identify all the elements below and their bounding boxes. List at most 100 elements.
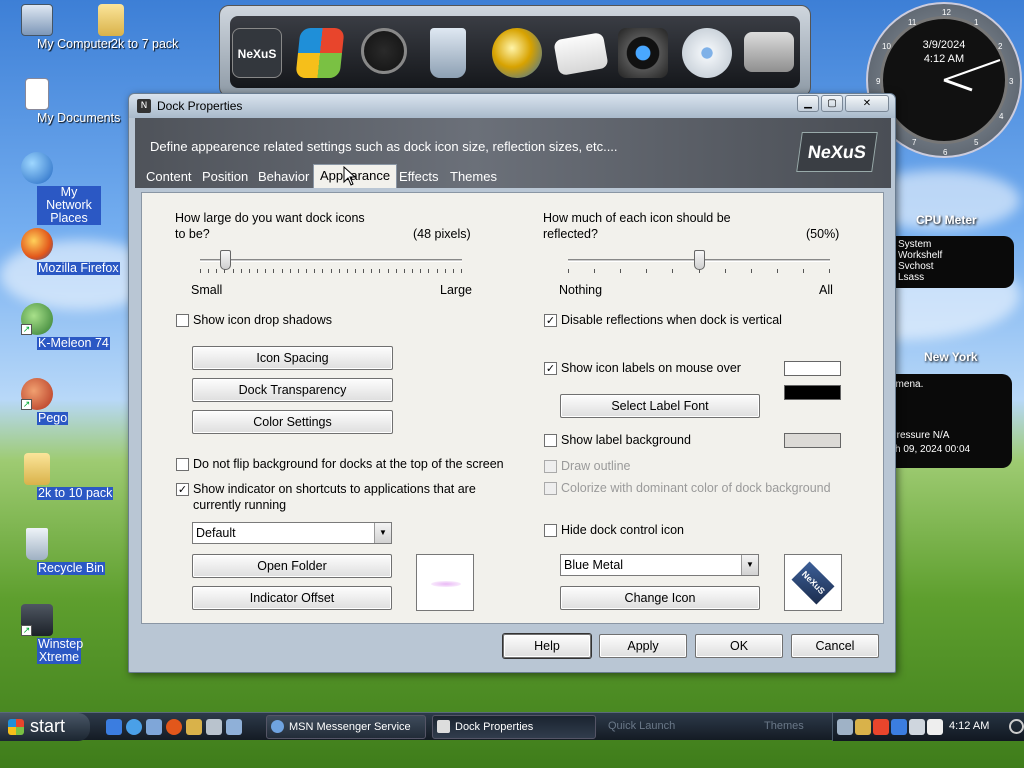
slider-tick xyxy=(388,269,389,273)
colorize-checkbox[interactable] xyxy=(544,482,557,495)
desktop-icon-my-computer[interactable]: My Computer xyxy=(0,4,112,51)
tab-position[interactable]: Position xyxy=(196,167,254,188)
apply-button[interactable]: Apply xyxy=(599,634,687,658)
media-icon[interactable] xyxy=(186,719,202,735)
no-flip-checkbox[interactable] xyxy=(176,458,189,471)
cancel-button[interactable]: Cancel xyxy=(791,634,879,658)
slider-tick xyxy=(803,269,804,273)
network-tray-icon[interactable] xyxy=(837,719,853,735)
task-dock-properties[interactable]: Dock Properties xyxy=(432,715,596,739)
select-label-font-button[interactable]: Select Label Font xyxy=(560,394,760,418)
tab-behavior[interactable]: Behavior xyxy=(252,167,315,188)
power-icon[interactable] xyxy=(1009,719,1024,734)
label-outline-color-swatch[interactable] xyxy=(784,385,841,400)
reflection-slider[interactable] xyxy=(568,249,830,279)
clock-number: 5 xyxy=(974,138,979,147)
title-bar[interactable]: N Dock Properties ▁ ▢ ✕ xyxy=(129,94,895,118)
recycle-bin-icon[interactable] xyxy=(430,28,466,78)
open-folder-button[interactable]: Open Folder xyxy=(192,554,392,578)
desktop-icon-k-meleon[interactable]: ↗ K-Meleon 74 xyxy=(0,303,110,350)
cpu-meter-gadget[interactable]: System Workshelf Svchost Lsass xyxy=(886,236,1014,288)
indicator-preview xyxy=(416,554,474,611)
slider-tick xyxy=(396,269,397,273)
nexus-logo-icon: NeXuS xyxy=(237,47,277,61)
indicator-checkbox[interactable]: ✓ xyxy=(176,483,189,496)
color-settings-button[interactable]: Color Settings xyxy=(192,410,393,434)
desktop-icon-my-documents[interactable]: My Documents xyxy=(0,78,120,125)
tray-icon[interactable] xyxy=(873,719,889,735)
nexus-dock: NeXuS xyxy=(219,5,811,97)
control-icon-select[interactable]: Blue Metal ▼ xyxy=(560,554,759,576)
dock-transparency-button[interactable]: Dock Transparency xyxy=(192,378,393,402)
control-icon-value: Blue Metal xyxy=(564,558,624,572)
label-background-color-swatch[interactable] xyxy=(784,433,841,448)
desktop-icon-label: 2k to 7 pack xyxy=(111,37,179,51)
start-button[interactable]: start xyxy=(0,713,90,741)
show-desktop-icon[interactable] xyxy=(106,719,122,735)
plane-icon[interactable] xyxy=(226,719,242,735)
reflection-slider-thumb[interactable] xyxy=(694,250,705,270)
internet-explorer-icon[interactable] xyxy=(126,719,142,735)
clock-number: 11 xyxy=(908,18,917,27)
slider-tick xyxy=(282,269,283,273)
volume-icon[interactable] xyxy=(909,719,925,735)
nexus-tray-icon[interactable] xyxy=(927,719,943,735)
chevron-down-icon[interactable]: ▼ xyxy=(741,555,758,575)
task-msn-messenger[interactable]: MSN Messenger Service xyxy=(266,715,426,739)
close-button[interactable]: ✕ xyxy=(845,95,889,112)
windows-logo-icon[interactable] xyxy=(295,28,345,78)
desktop-icon-2k-to-7-pack[interactable]: 2k to 7 pack xyxy=(74,4,178,51)
desktop-icon-pego[interactable]: ↗ Pego xyxy=(0,378,74,425)
slider-tick xyxy=(257,269,258,273)
search-icon[interactable] xyxy=(206,719,222,735)
help-button[interactable]: Help xyxy=(503,634,591,658)
hide-control-icon-checkbox[interactable] xyxy=(544,524,557,537)
tray-clock[interactable]: 4:12 AM xyxy=(949,720,989,732)
slider-max-label: Large xyxy=(440,283,472,297)
system-tray: 4:12 AM xyxy=(832,713,1024,741)
tab-themes[interactable]: Themes xyxy=(444,167,503,188)
ok-button[interactable]: OK xyxy=(695,634,783,658)
show-labels-checkbox[interactable]: ✓ xyxy=(544,362,557,375)
mail-icon[interactable] xyxy=(553,31,609,77)
chevron-down-icon[interactable]: ▼ xyxy=(374,523,391,543)
clock-icon[interactable] xyxy=(361,28,407,74)
indicator-style-select[interactable]: Default ▼ xyxy=(192,522,392,544)
label-background-checkbox[interactable] xyxy=(544,434,557,447)
firefox-icon[interactable] xyxy=(166,719,182,735)
slider-tick xyxy=(208,269,209,273)
label-text-color-swatch[interactable] xyxy=(784,361,841,376)
icon-size-slider[interactable] xyxy=(200,249,462,279)
minimize-button[interactable]: ▁ xyxy=(797,95,819,112)
tab-content[interactable]: Content xyxy=(140,167,198,188)
toolbox-icon[interactable] xyxy=(744,32,794,72)
internet-globe-icon[interactable] xyxy=(492,28,542,78)
desktop-icon-winstep-xtreme[interactable]: ↗ Winstep Xtreme xyxy=(0,604,83,664)
desktop-icon-mozilla-firefox[interactable]: Mozilla Firefox xyxy=(0,228,120,275)
clock-number: 2 xyxy=(998,42,1003,51)
drop-shadows-checkbox[interactable] xyxy=(176,314,189,327)
icon-size-slider-thumb[interactable] xyxy=(220,250,231,270)
icon-spacing-button[interactable]: Icon Spacing xyxy=(192,346,393,370)
tab-effects[interactable]: Effects xyxy=(393,167,445,188)
slider-tick xyxy=(265,269,266,273)
desktop-icon-recycle-bin[interactable]: Recycle Bin xyxy=(0,528,105,575)
switch-windows-icon[interactable] xyxy=(146,719,162,735)
slider-track xyxy=(200,259,462,262)
icon-size-question: How large do you want dock icons xyxy=(175,211,365,225)
disk-icon[interactable] xyxy=(682,28,732,78)
change-icon-button[interactable]: Change Icon xyxy=(560,586,760,610)
draw-outline-checkbox[interactable] xyxy=(544,460,557,473)
tray-icon[interactable] xyxy=(855,719,871,735)
camera-icon[interactable] xyxy=(618,28,668,78)
slider-tick xyxy=(331,269,332,273)
indicator-offset-button[interactable]: Indicator Offset xyxy=(192,586,392,610)
disable-reflections-checkbox[interactable]: ✓ xyxy=(544,314,557,327)
dock-item-nexus[interactable]: NeXuS xyxy=(232,28,282,78)
tray-icon[interactable] xyxy=(891,719,907,735)
maximize-button[interactable]: ▢ xyxy=(821,95,843,112)
desktop-icon-my-network-places[interactable]: My Network Places xyxy=(0,152,101,225)
weather-gadget[interactable]: omena. Pressure N/A ch 09, 2024 00:04 xyxy=(886,374,1012,468)
show-labels-label: Show icon labels on mouse over xyxy=(561,361,741,375)
desktop-icon-2k-to-10-pack[interactable]: 2k to 10 pack xyxy=(0,453,114,500)
